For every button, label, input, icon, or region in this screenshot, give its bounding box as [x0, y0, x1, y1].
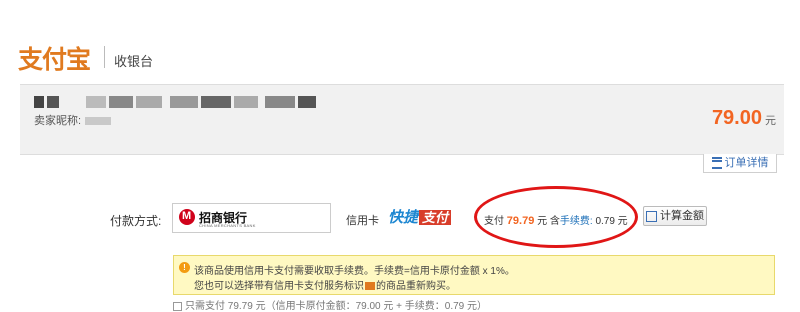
order-summary: 卖家昵称: 79.00 元: [20, 84, 784, 155]
notice-line-2: 您也可以选择带有信用卡支付服务标识 的商品重新购买。: [194, 281, 456, 292]
fee-value: 0.79 元: [595, 216, 628, 227]
amount-unit: 元: [765, 115, 776, 127]
warning-icon: !: [179, 262, 190, 273]
calculator-icon: [646, 210, 657, 222]
order-detail-button[interactable]: 订单详情: [703, 154, 777, 173]
card-type: 信用卡: [346, 215, 379, 227]
payment-total: 79.79: [506, 215, 535, 227]
logo-divider: [104, 46, 105, 68]
bank-selector[interactable]: 招商银行 CHINA MERCHANTS BANK: [172, 203, 331, 233]
cmb-logo-icon: [179, 209, 195, 225]
order-title-redacted: [34, 93, 319, 108]
header: 支付宝 收银台: [0, 0, 800, 82]
bank-english-name: CHINA MERCHANTS BANK: [199, 223, 256, 228]
calculate-amount-button[interactable]: 计算金额: [643, 206, 707, 226]
payment-total-line: 支付 79.79 元 含手续费: 0.79 元: [484, 215, 628, 227]
order-amount: 79.00 元: [712, 107, 776, 130]
cashier-title: 收银台: [114, 54, 154, 69]
payment-method-label: 付款方式:: [110, 214, 162, 228]
credit-card-service-icon: [365, 282, 375, 291]
checkbox[interactable]: [173, 301, 182, 311]
amount-value: 79.00: [711, 107, 762, 129]
confirm-pay-option[interactable]: 只需支付 79.79 元（信用卡原付金额：79.00 元 + 手续费：0.79 …: [173, 297, 487, 312]
list-icon: [711, 157, 722, 170]
notice-line-1: 该商品使用信用卡支付需要收取手续费。手续费=信用卡原付金额 x 1%。: [194, 266, 515, 277]
seller-nickname: 卖家昵称:: [34, 112, 112, 128]
alipay-logo: 支付宝: [18, 45, 91, 74]
fee-notice: ! 该商品使用信用卡支付需要收取手续费。手续费=信用卡原付金额 x 1%。 您也…: [173, 255, 775, 295]
seller-name-redacted: [85, 117, 112, 126]
fee-link[interactable]: 手续费:: [560, 216, 593, 227]
quick-pay-badge: 快捷 支付: [388, 206, 452, 227]
